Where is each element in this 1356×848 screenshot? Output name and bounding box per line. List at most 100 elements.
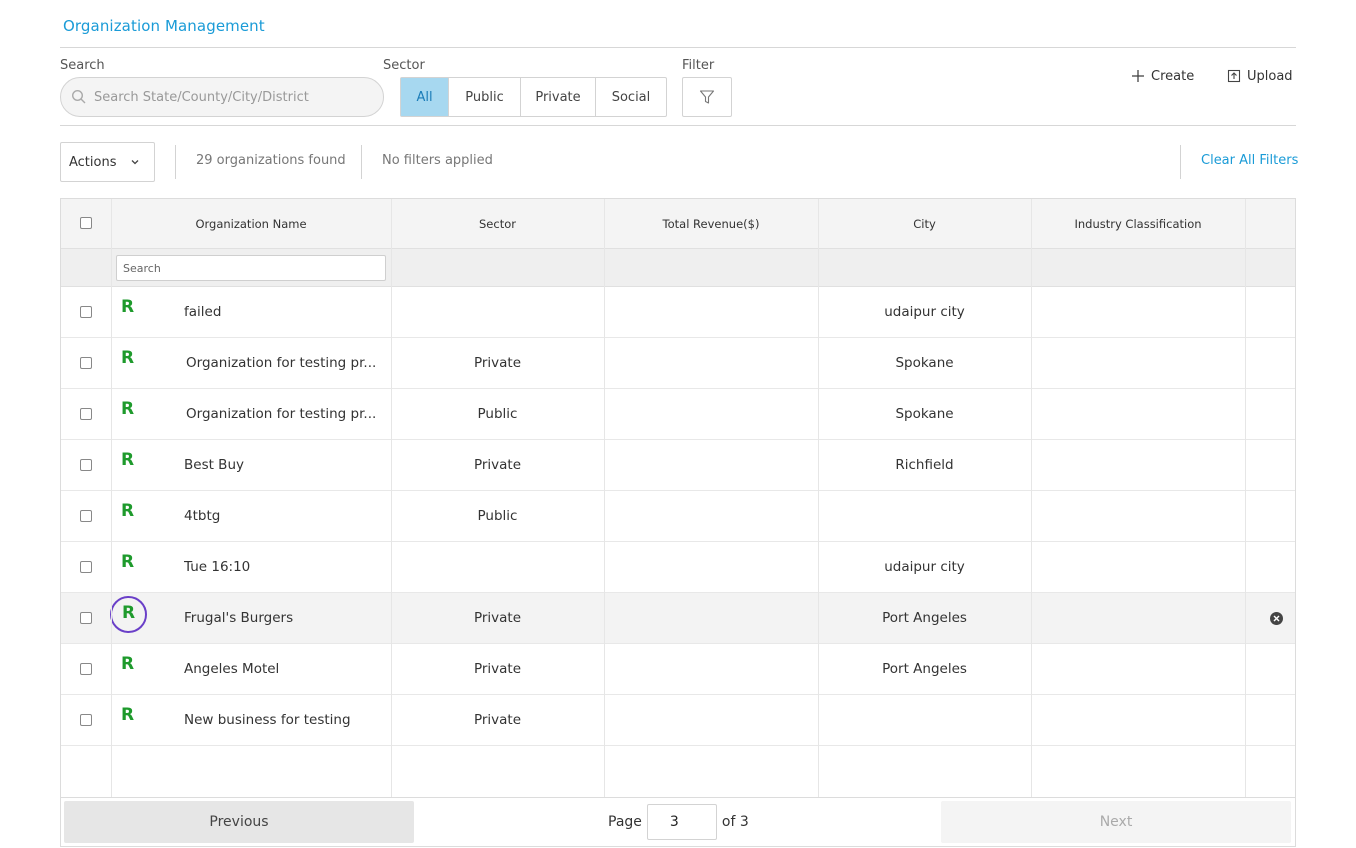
cell-organization-name: Angeles Motel	[184, 661, 280, 677]
sector-option-all[interactable]: All	[401, 78, 449, 116]
row-checkbox[interactable]	[80, 561, 92, 573]
organization-name-search-input[interactable]	[116, 255, 386, 281]
column-header-sector[interactable]: Sector	[391, 199, 604, 249]
cell-organization-name: 4tbtg	[184, 508, 221, 524]
upload-label: Upload	[1247, 68, 1293, 84]
sector-option-public[interactable]: Public	[449, 78, 521, 116]
cell-industry-classification	[1031, 440, 1245, 490]
table-row[interactable]: R Organization for testing pr... Private Sp…	[61, 338, 1295, 389]
table-row[interactable]: R Organization for testing pr... Public Spo…	[61, 389, 1295, 440]
cell-industry-classification	[1031, 644, 1245, 694]
search-label: Search	[60, 58, 105, 73]
cell-sector: Public	[477, 406, 518, 422]
column-divider	[818, 199, 819, 797]
toolbar-separator	[1180, 145, 1181, 179]
row-checkbox[interactable]	[80, 459, 92, 471]
cell-industry-classification	[1031, 542, 1245, 592]
row-status-marker: R	[121, 348, 135, 368]
row-status-marker: R	[110, 596, 147, 633]
cell-sector: Private	[473, 457, 522, 473]
table-row[interactable]: R 4tbtg Public	[61, 491, 1295, 542]
cell-city: Richfield	[895, 457, 954, 473]
cell-total-revenue	[604, 695, 818, 745]
cell-organization-name: Organization for testing pr...	[186, 355, 377, 371]
select-all-checkbox[interactable]	[80, 217, 92, 229]
cell-industry-classification	[1031, 338, 1245, 388]
cell-total-revenue	[604, 287, 818, 337]
cell-industry-classification	[1031, 389, 1245, 439]
column-header-total-revenue[interactable]: Total Revenue($)	[604, 199, 818, 249]
sector-option-social[interactable]: Social	[596, 78, 666, 116]
page-total: of 3	[721, 814, 749, 830]
search-box[interactable]	[60, 77, 384, 117]
page-label: Page	[608, 814, 642, 830]
table-row[interactable]: R New business for testing Private	[61, 695, 1295, 746]
next-page-button[interactable]: Next	[941, 801, 1291, 843]
cell-city	[818, 695, 1031, 745]
cell-city: udaipur city	[884, 559, 965, 575]
search-input[interactable]	[94, 89, 374, 105]
cell-city	[818, 491, 1031, 541]
row-remove-button[interactable]	[1270, 612, 1283, 625]
create-button[interactable]: Create	[1131, 66, 1194, 86]
table-row[interactable]: R Best Buy Private Richfield	[61, 440, 1295, 491]
cell-total-revenue	[604, 542, 818, 592]
row-checkbox[interactable]	[80, 714, 92, 726]
cell-total-revenue	[604, 338, 818, 388]
funnel-icon	[699, 90, 715, 104]
sector-segmented-control: All Public Private Social	[400, 77, 667, 117]
cell-organization-name: Tue 16:10	[184, 559, 251, 575]
row-status-marker: R	[121, 654, 135, 674]
row-status-marker: R	[121, 450, 135, 470]
cell-organization-name: Frugal's Burgers	[184, 610, 294, 626]
filter-button[interactable]	[682, 77, 732, 117]
cell-organization-name: Organization for testing pr...	[186, 406, 377, 422]
table-row[interactable]: R Frugal's Burgers Private Port Angeles	[61, 593, 1295, 644]
row-status-marker: R	[121, 297, 135, 317]
cell-organization-name: Best Buy	[184, 457, 244, 473]
cell-industry-classification	[1031, 695, 1245, 745]
search-icon	[71, 89, 86, 104]
column-header-industry-classification[interactable]: Industry Classification	[1031, 199, 1245, 249]
column-divider	[1031, 199, 1032, 797]
chevron-down-icon	[131, 160, 138, 165]
row-checkbox[interactable]	[80, 306, 92, 318]
cell-total-revenue	[604, 389, 818, 439]
page-number-input[interactable]	[646, 804, 717, 840]
clear-all-filters-link[interactable]: Clear All Filters	[1201, 153, 1298, 168]
column-header-city[interactable]: City	[818, 199, 1031, 249]
filter-label: Filter	[682, 58, 715, 73]
row-status-marker: R	[121, 552, 135, 572]
page-title: Organization Management	[63, 17, 265, 35]
cell-city: udaipur city	[884, 304, 965, 320]
upload-button[interactable]: Upload	[1227, 66, 1293, 86]
cell-sector: Private	[473, 661, 522, 677]
cell-city: Port Angeles	[882, 610, 967, 626]
plus-icon	[1132, 70, 1144, 82]
cell-organization-name: failed	[184, 304, 222, 320]
previous-page-button[interactable]: Previous	[64, 801, 414, 843]
cell-industry-classification	[1031, 593, 1245, 643]
cell-total-revenue	[604, 440, 818, 490]
cell-total-revenue	[604, 491, 818, 541]
table-row[interactable]: Rfailed udaipur city	[61, 287, 1295, 338]
cell-total-revenue	[604, 644, 818, 694]
close-icon	[1273, 615, 1280, 622]
row-checkbox[interactable]	[80, 510, 92, 522]
toolbar-separator	[361, 145, 362, 179]
actions-dropdown[interactable]: Actions	[60, 142, 155, 182]
table-row[interactable]: R Angeles Motel Private Port Angeles	[61, 644, 1295, 695]
column-header-organization-name[interactable]: Organization Name	[111, 199, 391, 249]
sector-option-private[interactable]: Private	[521, 78, 596, 116]
table-row[interactable]: R Tue 16:10 udaipur city	[61, 542, 1295, 593]
page-indicator: Page of 3	[608, 804, 749, 840]
row-checkbox[interactable]	[80, 612, 92, 624]
cell-city: Spokane	[895, 406, 954, 422]
row-checkbox[interactable]	[80, 408, 92, 420]
table-header: Organization Name Sector Total Revenue($…	[61, 199, 1295, 249]
cell-sector: Public	[477, 508, 518, 524]
row-status-marker: R	[121, 705, 135, 725]
row-checkbox[interactable]	[80, 357, 92, 369]
sector-label: Sector	[383, 58, 425, 73]
row-checkbox[interactable]	[80, 663, 92, 675]
